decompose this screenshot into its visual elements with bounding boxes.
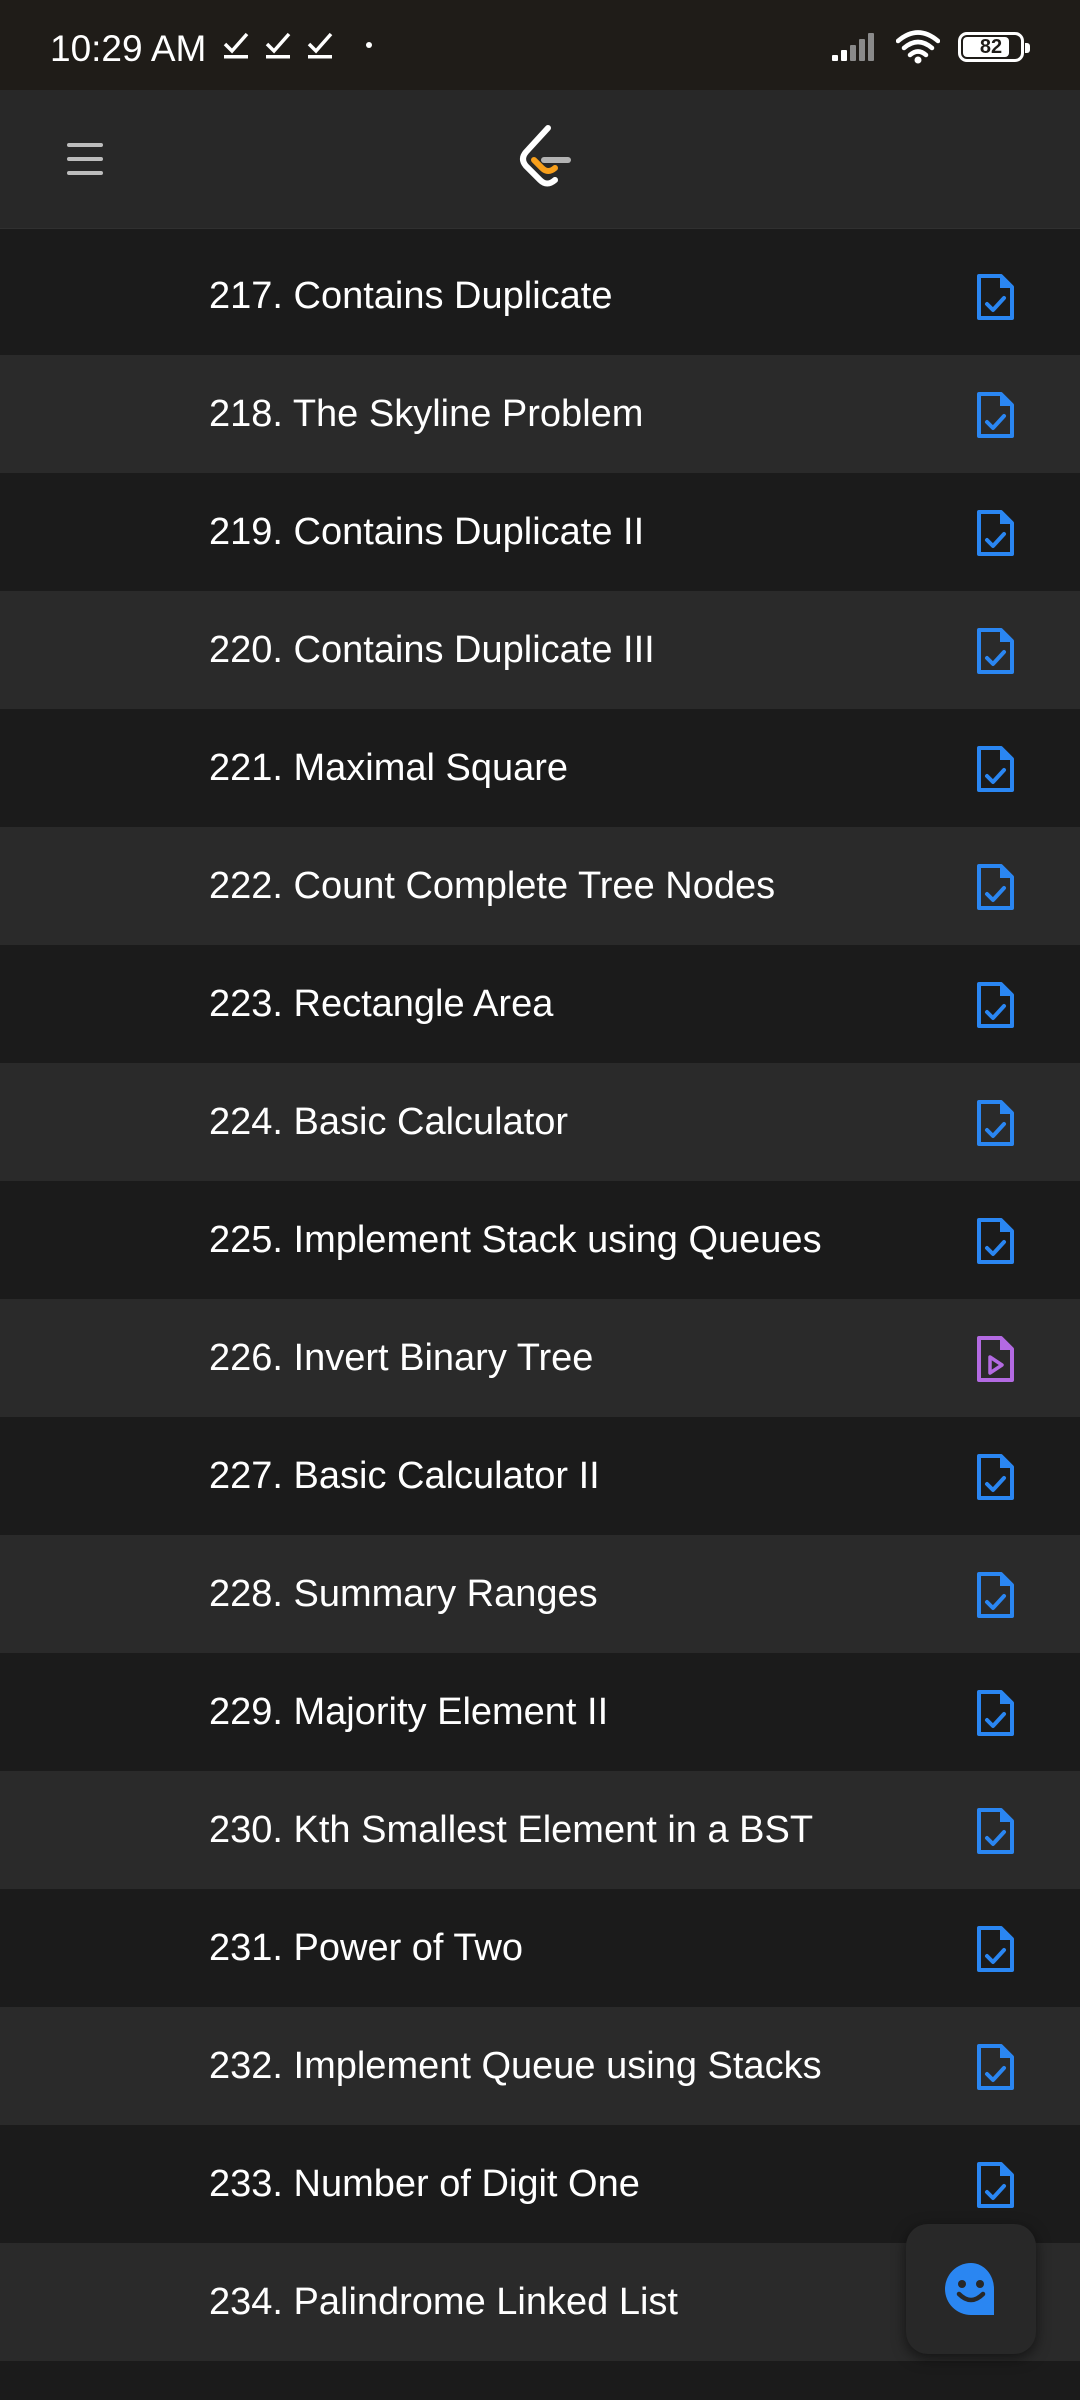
problem-title: 226. Invert Binary Tree: [209, 1337, 594, 1379]
problem-row[interactable]: 225. Implement Stack using Queues: [0, 1181, 1080, 1299]
hamburger-menu-icon: [67, 143, 103, 175]
solution-doc-check-icon[interactable]: [974, 1453, 1016, 1501]
solution-doc-check-icon[interactable]: [974, 863, 1016, 911]
solution-doc-check-icon[interactable]: [974, 273, 1016, 321]
notification-icons: [222, 30, 372, 60]
cellular-signal-icon: [832, 33, 874, 61]
problem-title: 221. Maximal Square: [209, 747, 569, 789]
solution-doc-check-icon[interactable]: [974, 1925, 1016, 1973]
status-time: 10:29 AM: [50, 28, 207, 69]
problem-row[interactable]: 223. Rectangle Area: [0, 945, 1080, 1063]
status-bar: 10:29 AM 82: [0, 0, 1080, 90]
smiley-chat-icon: [945, 2263, 994, 2315]
solution-doc-check-icon[interactable]: [974, 509, 1016, 557]
solution-doc-check-icon[interactable]: [974, 981, 1016, 1029]
problem-title: 222. Count Complete Tree Nodes: [209, 865, 776, 907]
more-notifications-dot: [366, 42, 372, 48]
problem-title: 224. Basic Calculator: [209, 1101, 569, 1143]
problem-title: 228. Summary Ranges: [209, 1573, 598, 1615]
download-done-icon: [265, 32, 291, 59]
problem-title: 220. Contains Duplicate III: [209, 629, 655, 671]
problem-row[interactable]: 229. Majority Element II: [0, 1653, 1080, 1771]
problem-row[interactable]: 220. Contains Duplicate III: [0, 591, 1080, 709]
problem-row[interactable]: 217. Contains Duplicate: [0, 237, 1080, 355]
problem-row[interactable]: 219. Contains Duplicate II: [0, 473, 1080, 591]
solution-doc-check-icon[interactable]: [974, 1689, 1016, 1737]
problem-row[interactable]: 222. Count Complete Tree Nodes: [0, 827, 1080, 945]
problem-title: 234. Palindrome Linked List: [209, 2281, 678, 2323]
solution-doc-check-icon[interactable]: [974, 1807, 1016, 1855]
problem-title: 218. The Skyline Problem: [209, 393, 644, 435]
problem-title: 227. Basic Calculator II: [209, 1455, 600, 1497]
leetcode-logo[interactable]: [512, 124, 578, 194]
problem-row[interactable]: 226. Invert Binary Tree: [0, 1299, 1080, 1417]
problem-title: 225. Implement Stack using Queues: [209, 1219, 822, 1261]
problem-row[interactable]: 218. The Skyline Problem: [0, 355, 1080, 473]
battery-icon: 82: [958, 32, 1030, 62]
download-done-icon: [223, 32, 249, 59]
solution-doc-check-icon[interactable]: [974, 2161, 1016, 2209]
solution-doc-check-icon[interactable]: [974, 627, 1016, 675]
solution-doc-check-icon[interactable]: [974, 1217, 1016, 1265]
video-doc-play-icon[interactable]: [974, 1335, 1016, 1383]
problem-title: 217. Contains Duplicate: [209, 275, 613, 317]
problem-title: 219. Contains Duplicate II: [209, 511, 645, 553]
problem-title: 229. Majority Element II: [209, 1691, 609, 1733]
solution-doc-check-icon[interactable]: [974, 391, 1016, 439]
problem-list: 217. Contains Duplicate 218. The Skyline …: [0, 237, 1080, 2361]
battery-tip: [1025, 43, 1030, 53]
app-header: [0, 90, 1080, 229]
problem-title: 223. Rectangle Area: [209, 983, 554, 1025]
problem-row[interactable]: 231. Power of Two: [0, 1889, 1080, 2007]
solution-doc-check-icon[interactable]: [974, 1099, 1016, 1147]
download-done-icon: [307, 32, 333, 59]
problem-title: 231. Power of Two: [209, 1927, 524, 1969]
problem-title: 232. Implement Queue using Stacks: [209, 2045, 822, 2087]
solution-doc-check-icon[interactable]: [974, 2043, 1016, 2091]
solution-doc-check-icon[interactable]: [974, 1571, 1016, 1619]
battery-level: 82: [979, 36, 1003, 58]
problem-row[interactable]: 224. Basic Calculator: [0, 1063, 1080, 1181]
problem-title: 230. Kth Smallest Element in a BST: [209, 1809, 814, 1851]
wifi-icon: [896, 30, 940, 64]
status-right-icons: 82: [830, 30, 1030, 64]
problem-title: 233. Number of Digit One: [209, 2163, 640, 2205]
problem-row[interactable]: 221. Maximal Square: [0, 709, 1080, 827]
feedback-chat-button[interactable]: [906, 2224, 1036, 2354]
problem-row[interactable]: 227. Basic Calculator II: [0, 1417, 1080, 1535]
menu-button[interactable]: [50, 126, 120, 192]
problem-row[interactable]: 230. Kth Smallest Element in a BST: [0, 1771, 1080, 1889]
problem-row[interactable]: 232. Implement Queue using Stacks: [0, 2007, 1080, 2125]
solution-doc-check-icon[interactable]: [974, 745, 1016, 793]
problem-row[interactable]: 228. Summary Ranges: [0, 1535, 1080, 1653]
